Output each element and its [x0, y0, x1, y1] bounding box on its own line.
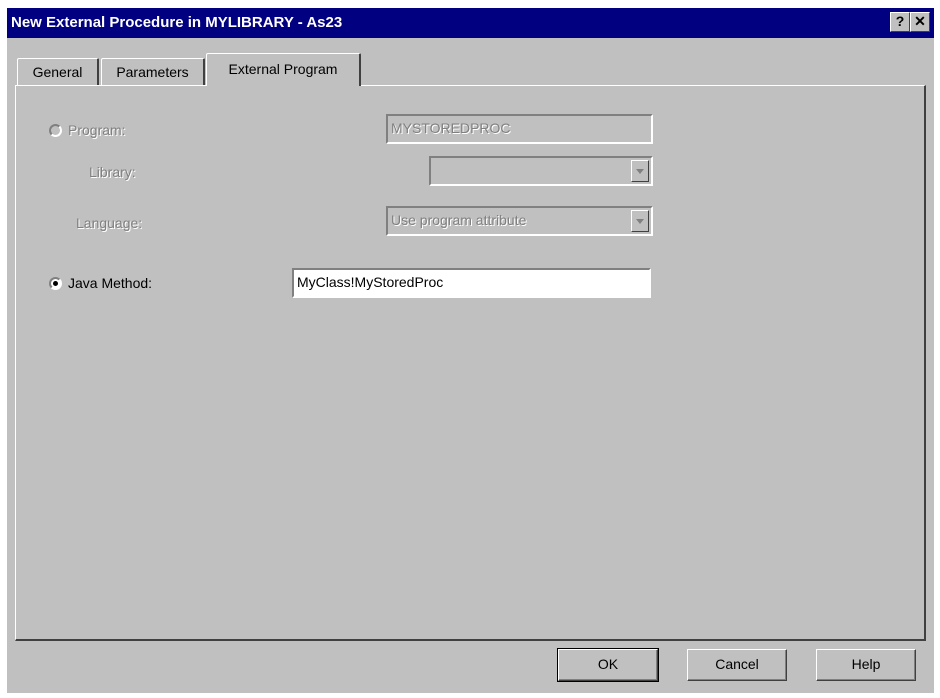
- tab-parameters[interactable]: Parameters: [101, 58, 205, 85]
- tab-external-program[interactable]: External Program: [206, 53, 361, 86]
- program-label: Program:: [68, 122, 126, 138]
- window-title: New External Procedure in MYLIBRARY - As…: [11, 14, 343, 31]
- title-bar: New External Procedure in MYLIBRARY - As…: [7, 8, 934, 38]
- language-dropdown[interactable]: Use program attribute: [386, 206, 653, 236]
- tab-general-label: General: [32, 64, 83, 80]
- program-field[interactable]: MYSTOREDPROC: [386, 114, 653, 144]
- language-label: Language:: [76, 215, 143, 231]
- java-method-label: Java Method:: [68, 275, 153, 291]
- chevron-down-icon[interactable]: [631, 210, 649, 232]
- cancel-button[interactable]: Cancel: [687, 649, 787, 681]
- java-method-input[interactable]: MyClass!MyStoredProc: [292, 268, 651, 298]
- tab-external-program-label: External Program: [228, 61, 338, 77]
- close-icon[interactable]: ✕: [910, 12, 930, 32]
- help-icon[interactable]: ?: [890, 12, 910, 32]
- program-radio[interactable]: [49, 124, 62, 137]
- radio-selected-dot: [53, 281, 58, 286]
- chevron-down-icon[interactable]: [631, 160, 649, 182]
- java-method-radio[interactable]: [49, 277, 62, 290]
- tab-parameters-label: Parameters: [116, 64, 189, 80]
- language-value: Use program attribute: [391, 212, 527, 228]
- library-label: Library:: [89, 164, 136, 180]
- help-button[interactable]: Help: [816, 649, 916, 681]
- dialog-body: General Parameters External Program Prog…: [7, 38, 934, 693]
- library-dropdown[interactable]: [429, 156, 653, 186]
- ok-button[interactable]: OK: [557, 648, 659, 682]
- tab-general[interactable]: General: [17, 58, 99, 85]
